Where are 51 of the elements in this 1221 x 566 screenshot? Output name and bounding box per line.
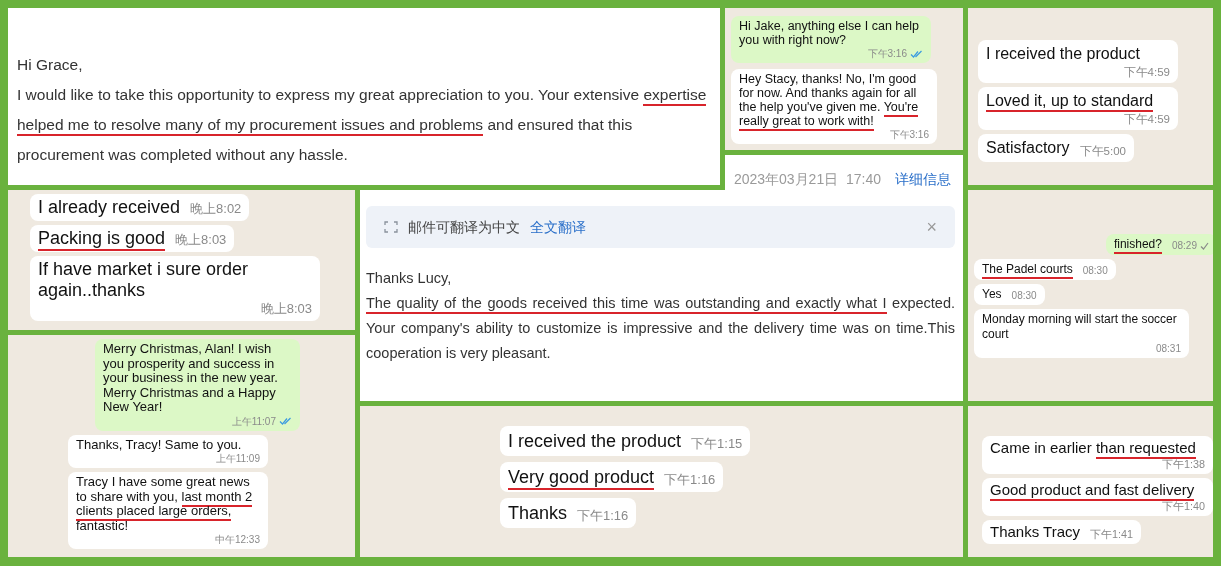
translate-notice: 邮件可翻译为中文 bbox=[408, 218, 520, 237]
message-text: Packing is good bbox=[38, 228, 166, 249]
message-text: Came in earlier than requested bbox=[990, 439, 1205, 457]
message-time: 08:29 bbox=[1171, 239, 1197, 252]
message-time: 下午1:16 bbox=[577, 508, 629, 525]
message-time: 中午12:33 bbox=[214, 533, 260, 546]
message-text: Monday morning will start the soccer court bbox=[982, 312, 1178, 342]
message-text: Hi Jake, anything else I can help you with right now? bbox=[739, 19, 920, 47]
email-date: 2023年03月21日 17:40 bbox=[733, 170, 881, 189]
message-time: 下午5:00 bbox=[1079, 143, 1126, 159]
message-time: 下午1:41 bbox=[1090, 527, 1134, 542]
message-text: Satisfactory bbox=[986, 137, 1070, 158]
email-greeting: Thanks Lucy, bbox=[366, 269, 453, 288]
message-text: Thanks bbox=[508, 502, 568, 525]
message-text: Loved it, up to standard bbox=[986, 89, 1170, 112]
message-text: Very good product bbox=[508, 465, 655, 489]
message-time: 下午1:40 bbox=[1162, 499, 1205, 514]
details-link[interactable]: 详细信息 bbox=[895, 167, 951, 192]
message-text: Good product and fast delivery bbox=[990, 481, 1205, 500]
translate-link[interactable]: 全文翻译 bbox=[530, 214, 586, 240]
message-time: 晚上8:02 bbox=[190, 201, 242, 218]
message-text: Thanks, Tracy! Same to you. bbox=[76, 437, 243, 452]
message-time: 上午11:07 bbox=[231, 414, 276, 428]
message-text: I already received bbox=[38, 197, 181, 218]
message-text: Merry Christmas, Alan! I wish you prosperity and success in your business in the new year. Merry Christmas and a Happy New Year! bbox=[103, 342, 279, 415]
message-time: 下午1:38 bbox=[1162, 457, 1205, 472]
email-body: The quality of the goods received this time was outstanding and exactly what I expected. Your company's ability to customize is impressive and the delivery time was on time.This cooperation is very pleasant. bbox=[366, 294, 955, 363]
message-text: If have market i sure order again..thanks bbox=[38, 259, 250, 301]
message-time: 下午3:16 bbox=[867, 47, 907, 60]
message-time: 晚上8:03 bbox=[260, 301, 312, 318]
message-time: 08:30 bbox=[1082, 264, 1108, 277]
email-body: I would like to take this opportunity to express my great appreciation to you. Your extensive expertise helped me to resolve many of my procurement issues and problems and ensured that this procurement was completed without any hassle. bbox=[17, 85, 708, 165]
message-time: 下午1:15 bbox=[691, 436, 743, 453]
message-text: I received the product bbox=[986, 44, 1141, 64]
message-time: 08:30 bbox=[1011, 289, 1037, 302]
message-time: 晚上8:03 bbox=[175, 232, 227, 249]
message-text: I received the product bbox=[508, 430, 682, 453]
message-text: Yes bbox=[982, 287, 1002, 302]
message-text: Tracy I have some great news to share with you, last month 2 clients placed large orders, fantastic! bbox=[76, 475, 254, 533]
message-time: 下午3:16 bbox=[889, 128, 929, 141]
message-time: 下午1:16 bbox=[664, 472, 716, 489]
email-greeting: Hi Grace, bbox=[17, 55, 84, 75]
message-text: The Padel courts bbox=[982, 262, 1073, 277]
message-text: Hey Stacy, thanks! No, I'm good for now. And thanks again for all the help you've given me. You're really great to work with! bbox=[739, 72, 929, 128]
message-time: 下午4:59 bbox=[1123, 111, 1170, 127]
message-time: 08:31 bbox=[1155, 342, 1181, 355]
message-text: Thanks Tracy bbox=[990, 523, 1081, 542]
message-time: 下午4:59 bbox=[1123, 65, 1170, 80]
message-text: finished? bbox=[1113, 237, 1162, 252]
message-time: 上午11:09 bbox=[215, 452, 260, 465]
close-button[interactable]: × bbox=[922, 216, 941, 238]
